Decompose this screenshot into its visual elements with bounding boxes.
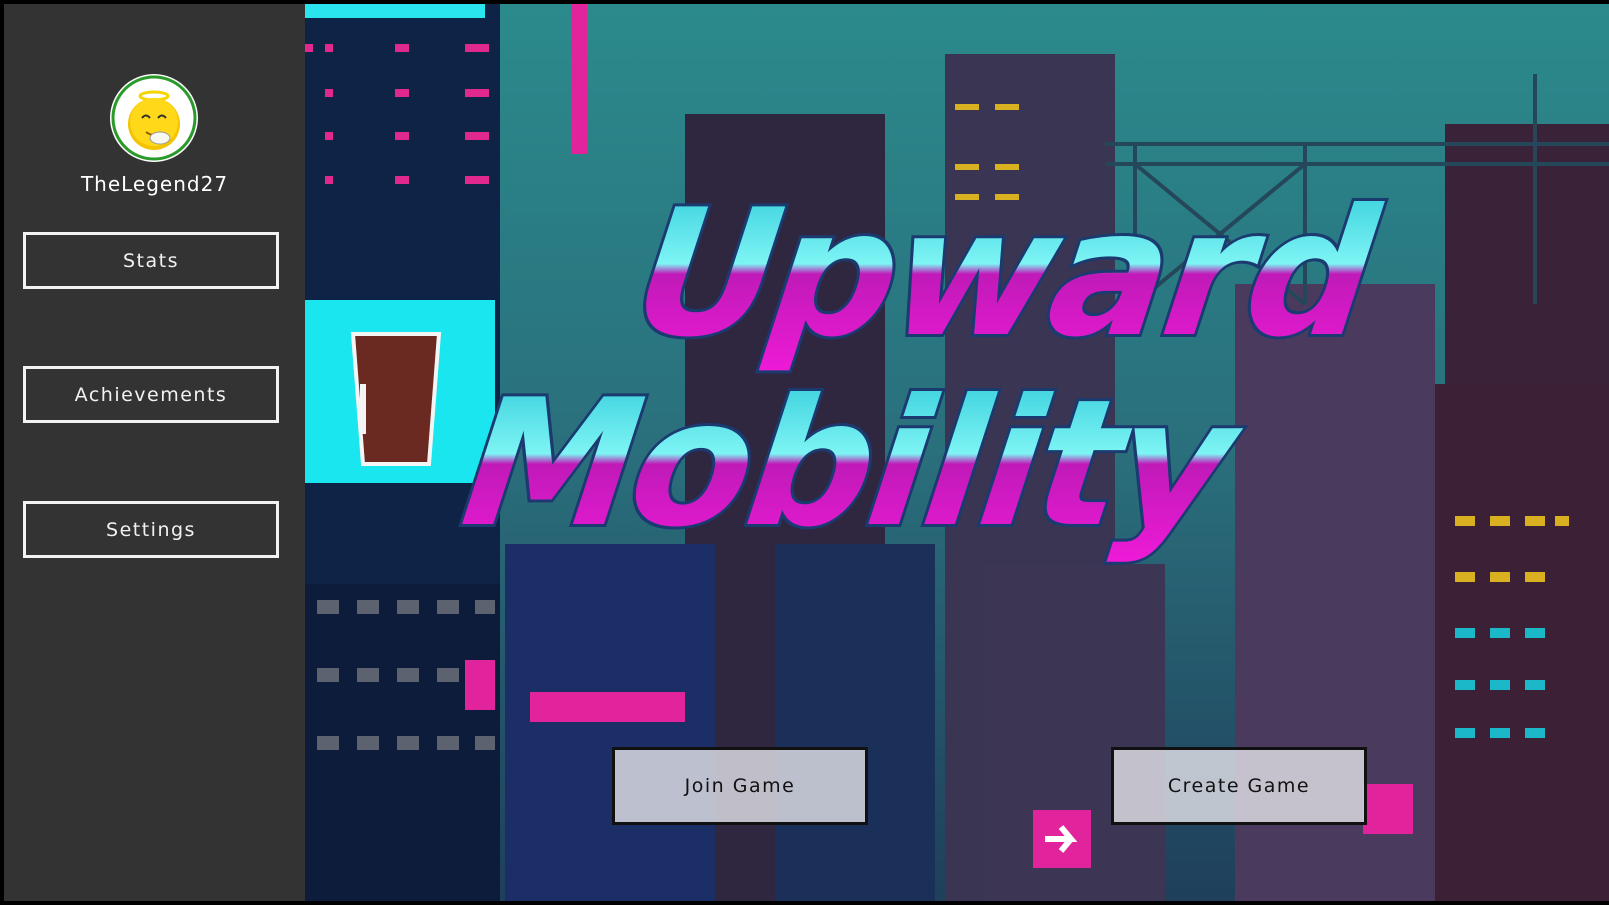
achievements-button[interactable]: Achievements	[23, 366, 279, 423]
stats-button[interactable]: Stats	[23, 232, 279, 289]
angel-emoji-icon	[111, 75, 197, 161]
create-game-button[interactable]: Create Game	[1111, 747, 1367, 825]
sidebar: TheLegend27 Stats Achievements Settings	[4, 4, 305, 901]
cityscape-background: Upward Mobility Join Game Create Game	[305, 4, 1609, 901]
username: TheLegend27	[80, 172, 229, 196]
city-illustration	[305, 4, 1609, 901]
settings-button[interactable]: Settings	[23, 501, 279, 558]
join-game-button[interactable]: Join Game	[612, 747, 868, 825]
avatar[interactable]	[110, 74, 198, 162]
arrow-sign-right	[1363, 784, 1413, 834]
